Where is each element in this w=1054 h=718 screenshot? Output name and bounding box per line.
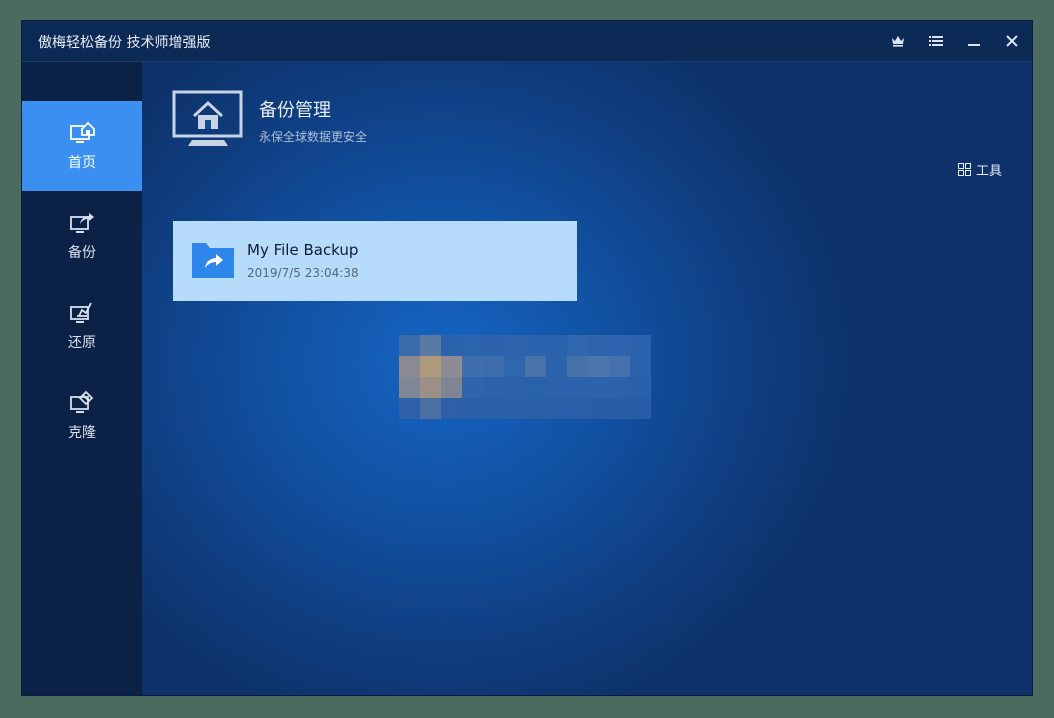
backup-arrow-icon [70, 213, 94, 233]
folder-share-icon [192, 243, 234, 278]
sidebar-item-clone[interactable]: 克隆 [22, 371, 142, 461]
sidebar-item-home[interactable]: 首页 [22, 101, 142, 191]
backup-task-title: My File Backup [247, 241, 359, 259]
close-icon[interactable] [1002, 31, 1022, 51]
tools-button[interactable]: 工具 [957, 160, 1002, 179]
restore-icon [70, 302, 92, 323]
sidebar-item-label: 首页 [68, 155, 96, 171]
page-title: 备份管理 [259, 100, 331, 121]
upgrade-crown-icon[interactable] [888, 31, 908, 51]
main-panel: 备份管理 永保全球数据更安全 工具 My File Backup 2019/7/… [142, 62, 1032, 695]
home-monitor-icon [172, 90, 243, 146]
sidebar: 首页 备份 还原 克隆 [22, 62, 142, 695]
sidebar-item-restore[interactable]: 还原 [22, 281, 142, 371]
home-monitor-icon [70, 121, 95, 143]
menu-icon[interactable] [926, 31, 946, 51]
sidebar-item-label: 备份 [68, 245, 96, 261]
blurred-image [399, 335, 651, 419]
sidebar-item-label: 克隆 [68, 425, 96, 441]
clone-icon [70, 390, 94, 413]
app-window: 傲梅轻松备份 技术师增强版 首页 备份 还原 克隆 备份管理 永保全球数据更安全… [22, 21, 1032, 695]
page-subtitle: 永保全球数据更安全 [259, 130, 368, 144]
backup-task-card[interactable]: My File Backup 2019/7/5 23:04:38 [173, 221, 577, 301]
title-bar: 傲梅轻松备份 技术师增强版 [22, 21, 1032, 62]
sidebar-item-backup[interactable]: 备份 [22, 191, 142, 281]
minimize-icon[interactable] [964, 31, 984, 51]
window-title: 傲梅轻松备份 技术师增强版 [38, 35, 211, 51]
backup-task-date: 2019/7/5 23:04:38 [247, 266, 359, 280]
sidebar-item-label: 还原 [68, 335, 96, 351]
grid-icon [957, 163, 971, 176]
tools-label: 工具 [975, 164, 1002, 179]
